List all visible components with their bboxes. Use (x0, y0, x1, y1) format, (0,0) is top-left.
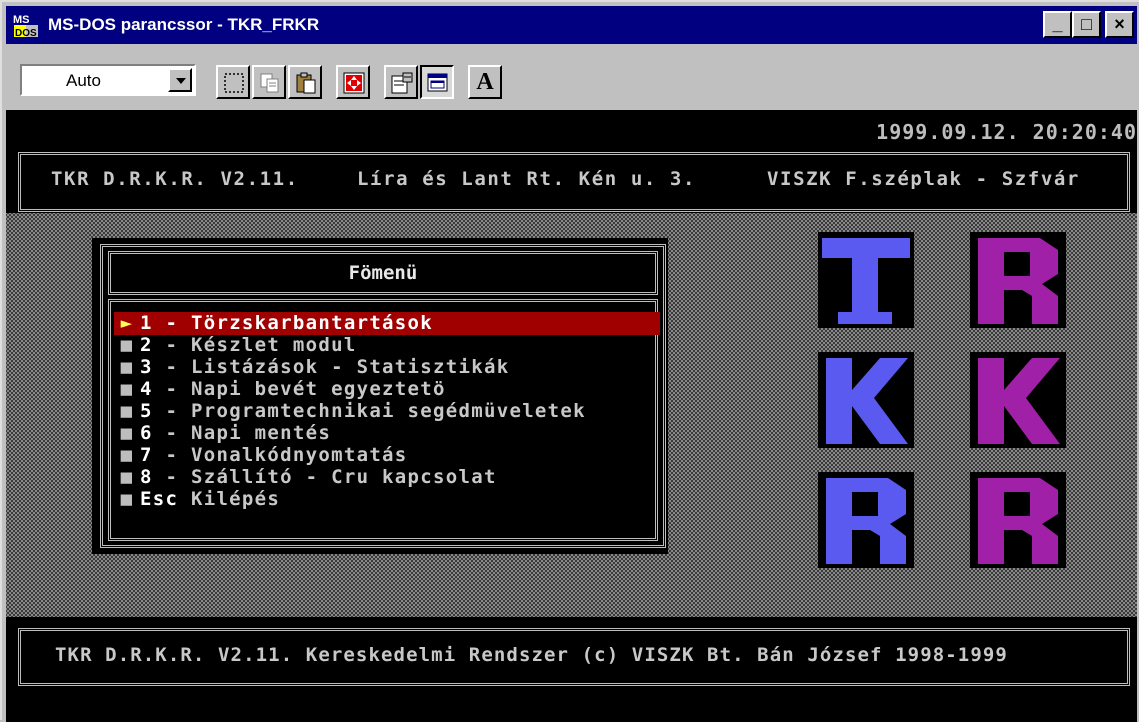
msdos-icon: MS DOS (12, 11, 40, 39)
bullet-icon: ■ (120, 422, 134, 444)
bullet-icon: ■ (120, 466, 134, 488)
properties-icon (391, 72, 413, 94)
font-button[interactable]: A (468, 65, 502, 99)
bullet-icon: ■ (120, 356, 134, 378)
menu-item-5[interactable]: ■ 5 - Programtechnikai segédmüveletek (114, 400, 660, 423)
header-company: Líra és Lant Rt. Kén u. 3. (357, 168, 697, 190)
menu-item-8[interactable]: ■ 8 - Szállító - Cru kapcsolat (114, 466, 660, 489)
font-size-select[interactable]: Auto (20, 64, 196, 96)
chevron-down-icon[interactable] (168, 68, 192, 92)
logo-letter-r-icon (818, 472, 914, 568)
menu-item-6[interactable]: ■ 6 - Napi mentés (114, 422, 660, 445)
bullet-icon: ■ (120, 334, 134, 356)
maximize-button[interactable]: □ (1072, 11, 1101, 38)
bullet-icon: ■ (120, 444, 134, 466)
logo-letter-k-icon (818, 352, 914, 448)
menu-item-4[interactable]: ■ 4 - Napi bevét egyeztetö (114, 378, 660, 401)
main-menu: Fömenü ► 1 - Törzskarbantartások ■ 2 - Kés… (100, 244, 666, 548)
minimize-icon: _ (1052, 14, 1063, 34)
logo-letter-r-icon (970, 232, 1066, 328)
header-location: VISZK F.széplak - Szfvár (767, 168, 1080, 190)
msdos-window: MS DOS MS-DOS parancssor - TKR_FRKR _ □ … (0, 0, 1139, 722)
header-panel: TKR D.R.K.R. V2.11. Líra és Lant Rt. Kén… (18, 152, 1130, 212)
menu-item-exit[interactable]: ■ Esc Kilépés (114, 488, 660, 511)
logo-letter-k-icon (970, 352, 1066, 448)
maximize-icon: □ (1081, 14, 1092, 34)
menu-list: ► 1 - Törzskarbantartások ■ 2 - Készlet mo… (108, 299, 660, 541)
copy-button[interactable] (252, 65, 286, 99)
svg-text:MS: MS (13, 14, 30, 26)
title-bar[interactable]: MS DOS MS-DOS parancssor - TKR_FRKR _ □ … (6, 6, 1137, 44)
bullet-icon: ■ (120, 400, 134, 422)
window-title: MS-DOS parancssor - TKR_FRKR (48, 15, 320, 34)
menu-title-box: Fömenü (108, 251, 658, 295)
close-button[interactable]: × (1105, 11, 1134, 38)
fullscreen-icon (343, 72, 365, 94)
paste-icon (296, 72, 316, 94)
copy-icon (260, 73, 279, 93)
properties-button[interactable] (384, 65, 418, 99)
minimize-button[interactable]: _ (1043, 11, 1072, 38)
datetime-display: 1999.09.12. 20:20:40 (876, 120, 1137, 144)
menu-item-2[interactable]: ■ 2 - Készlet modul (114, 334, 660, 357)
menu-item-1[interactable]: ► 1 - Törzskarbantartások (114, 312, 660, 335)
menu-item-7[interactable]: ■ 7 - Vonalkódnyomtatás (114, 444, 660, 467)
logo-letter-t-icon (818, 232, 914, 328)
font-size-value: Auto (66, 71, 101, 90)
paste-button[interactable] (288, 65, 322, 99)
mark-button[interactable] (216, 65, 250, 99)
background-icon (427, 73, 448, 92)
header-program: TKR D.R.K.R. V2.11. (51, 168, 299, 190)
footer-panel: TKR D.R.K.R. V2.11. Kereskedelmi Rendsze… (18, 628, 1130, 686)
bullet-icon: ■ (120, 488, 134, 510)
fullscreen-button[interactable] (336, 65, 370, 99)
logo-letter-r-icon (970, 472, 1066, 568)
console-screen[interactable]: 1999.09.12. 20:20:40 TKR D.R.K.R. V2.11.… (6, 110, 1137, 722)
menu-title: Fömenü (348, 262, 418, 284)
menu-item-3[interactable]: ■ 3 - Listázások - Statisztikák (114, 356, 660, 379)
close-icon: × (1114, 14, 1125, 34)
toolbar: Auto A (6, 48, 1137, 108)
selection-arrow-icon: ► (120, 312, 134, 334)
background-button[interactable] (420, 65, 454, 99)
mark-icon (224, 73, 244, 93)
svg-text:DOS: DOS (15, 28, 37, 39)
bullet-icon: ■ (120, 378, 134, 400)
footer-copyright: TKR D.R.K.R. V2.11. Kereskedelmi Rendsze… (55, 644, 1008, 666)
font-icon: A (476, 69, 494, 95)
